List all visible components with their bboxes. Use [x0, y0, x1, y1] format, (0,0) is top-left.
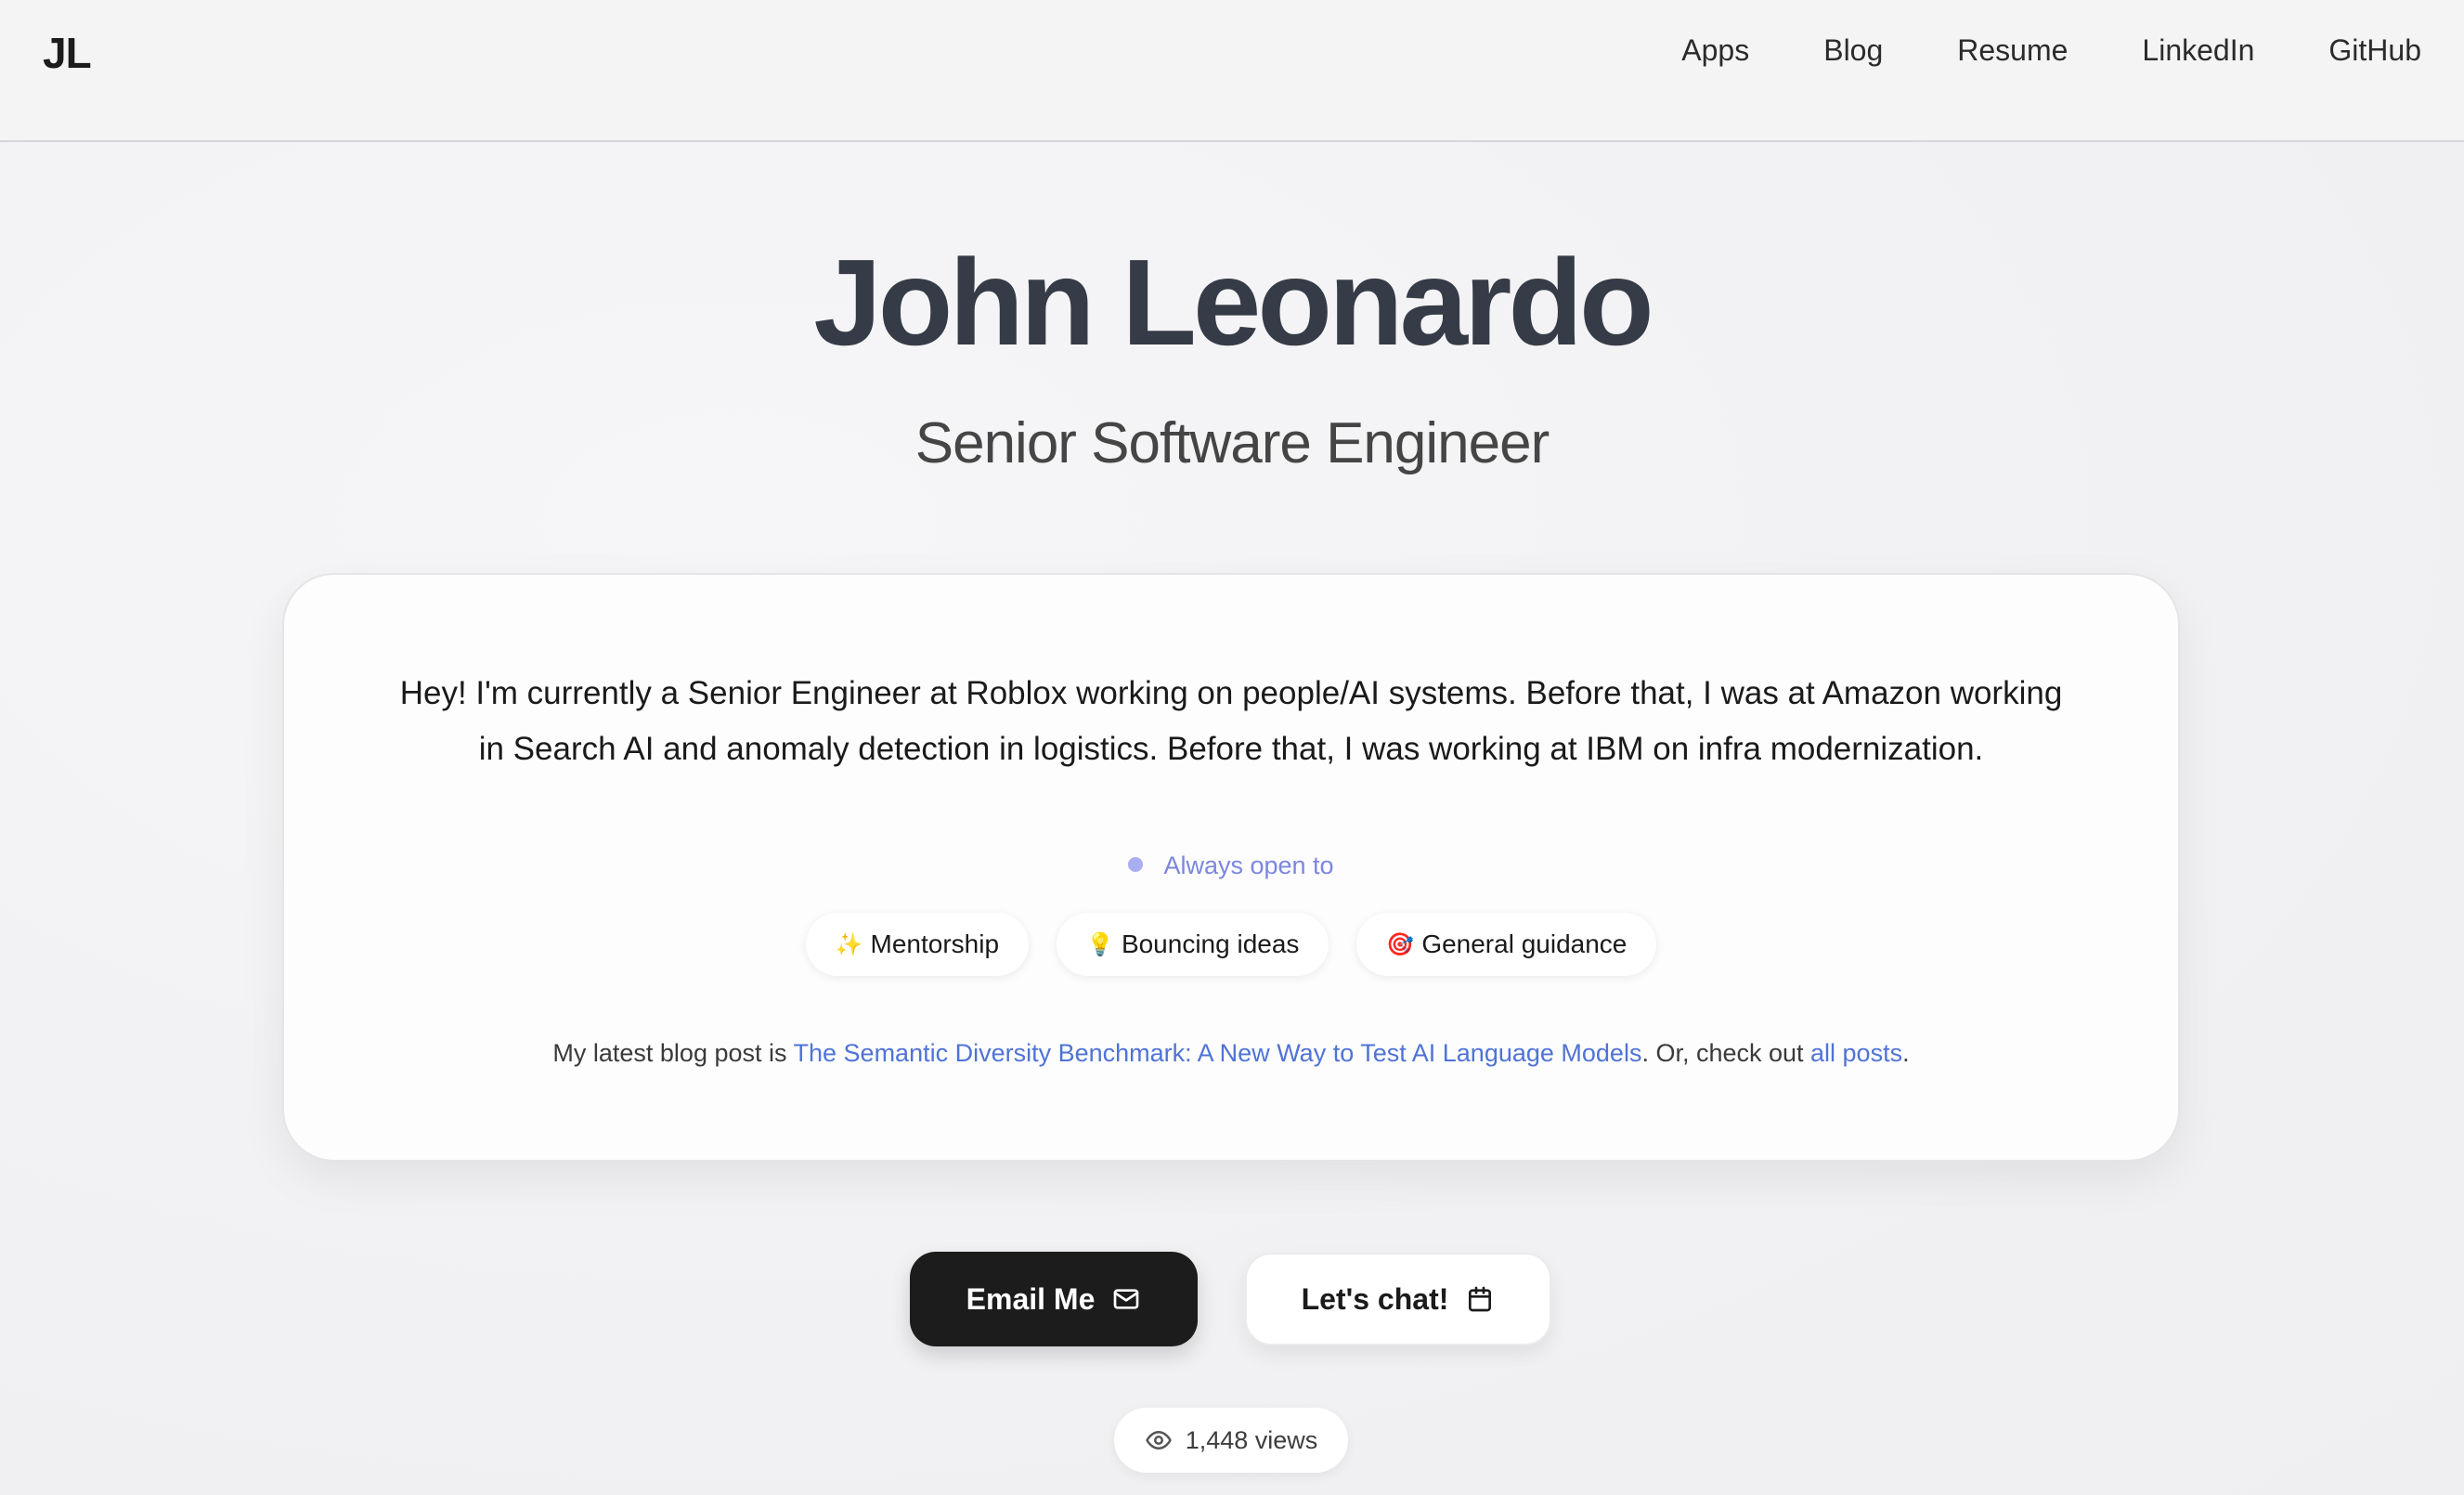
site-logo[interactable]: JL — [43, 28, 92, 78]
nav-link-github[interactable]: GitHub — [2328, 33, 2421, 68]
latest-blog-link[interactable]: The Semantic Diversity Benchmark: A New … — [794, 1039, 1642, 1067]
open-to-heading: Always open to — [284, 852, 2178, 880]
eye-icon — [1145, 1426, 1173, 1454]
page: JL Apps Blog Resume LinkedIn GitHub John… — [0, 0, 2464, 1495]
mail-icon — [1111, 1284, 1141, 1314]
target-icon: 🎯 — [1386, 931, 1415, 957]
tag-general-guidance: 🎯 General guidance — [1356, 913, 1657, 976]
open-to-tags: ✨ Mentorship 💡 Bouncing ideas 🎯 General … — [284, 913, 2178, 976]
calendar-icon — [1465, 1284, 1495, 1314]
nav-link-linkedin[interactable]: LinkedIn — [2142, 33, 2254, 68]
status-dot-icon — [1128, 856, 1144, 872]
all-posts-link[interactable]: all posts — [1810, 1039, 1902, 1067]
tag-label: General guidance — [1421, 930, 1628, 958]
lets-chat-label: Let's chat! — [1301, 1281, 1449, 1316]
email-me-button[interactable]: Email Me — [910, 1252, 1198, 1346]
site-header: JL Apps Blog Resume LinkedIn GitHub — [0, 0, 2464, 142]
nav-link-resume[interactable]: Resume — [1957, 33, 2068, 68]
lightbulb-icon: 💡 — [1086, 931, 1114, 957]
sparkles-icon: ✨ — [835, 931, 863, 957]
email-me-label: Email Me — [966, 1281, 1096, 1316]
blog-middle: . Or, check out — [1641, 1039, 1811, 1067]
tag-bouncing-ideas: 💡 Bouncing ideas — [1057, 913, 1329, 976]
view-counter: 1,448 views — [1114, 1408, 1348, 1473]
tag-label: Mentorship — [870, 930, 1000, 958]
tag-mentorship: ✨ Mentorship — [805, 913, 1030, 976]
nav-link-blog[interactable]: Blog — [1823, 33, 1883, 68]
open-to-label: Always open to — [1163, 852, 1334, 879]
latest-blog-line: My latest blog post is The Semantic Dive… — [284, 1039, 2178, 1068]
blog-prefix: My latest blog post is — [552, 1039, 794, 1067]
page-title: John Leonardo — [813, 234, 1653, 370]
nav-link-apps[interactable]: Apps — [1681, 33, 1749, 68]
lets-chat-button[interactable]: Let's chat! — [1245, 1253, 1551, 1346]
view-count-label: 1,448 views — [1185, 1425, 1318, 1454]
intro-card: Hey! I'm currently a Senior Engineer at … — [282, 573, 2180, 1162]
intro-text: Hey! I'm currently a Senior Engineer at … — [399, 675, 2063, 767]
blog-suffix: . — [1902, 1039, 1910, 1067]
main-nav: Apps Blog Resume LinkedIn GitHub — [1681, 33, 2421, 68]
tag-label: Bouncing ideas — [1121, 930, 1300, 958]
job-title: Senior Software Engineer — [914, 411, 1550, 475]
